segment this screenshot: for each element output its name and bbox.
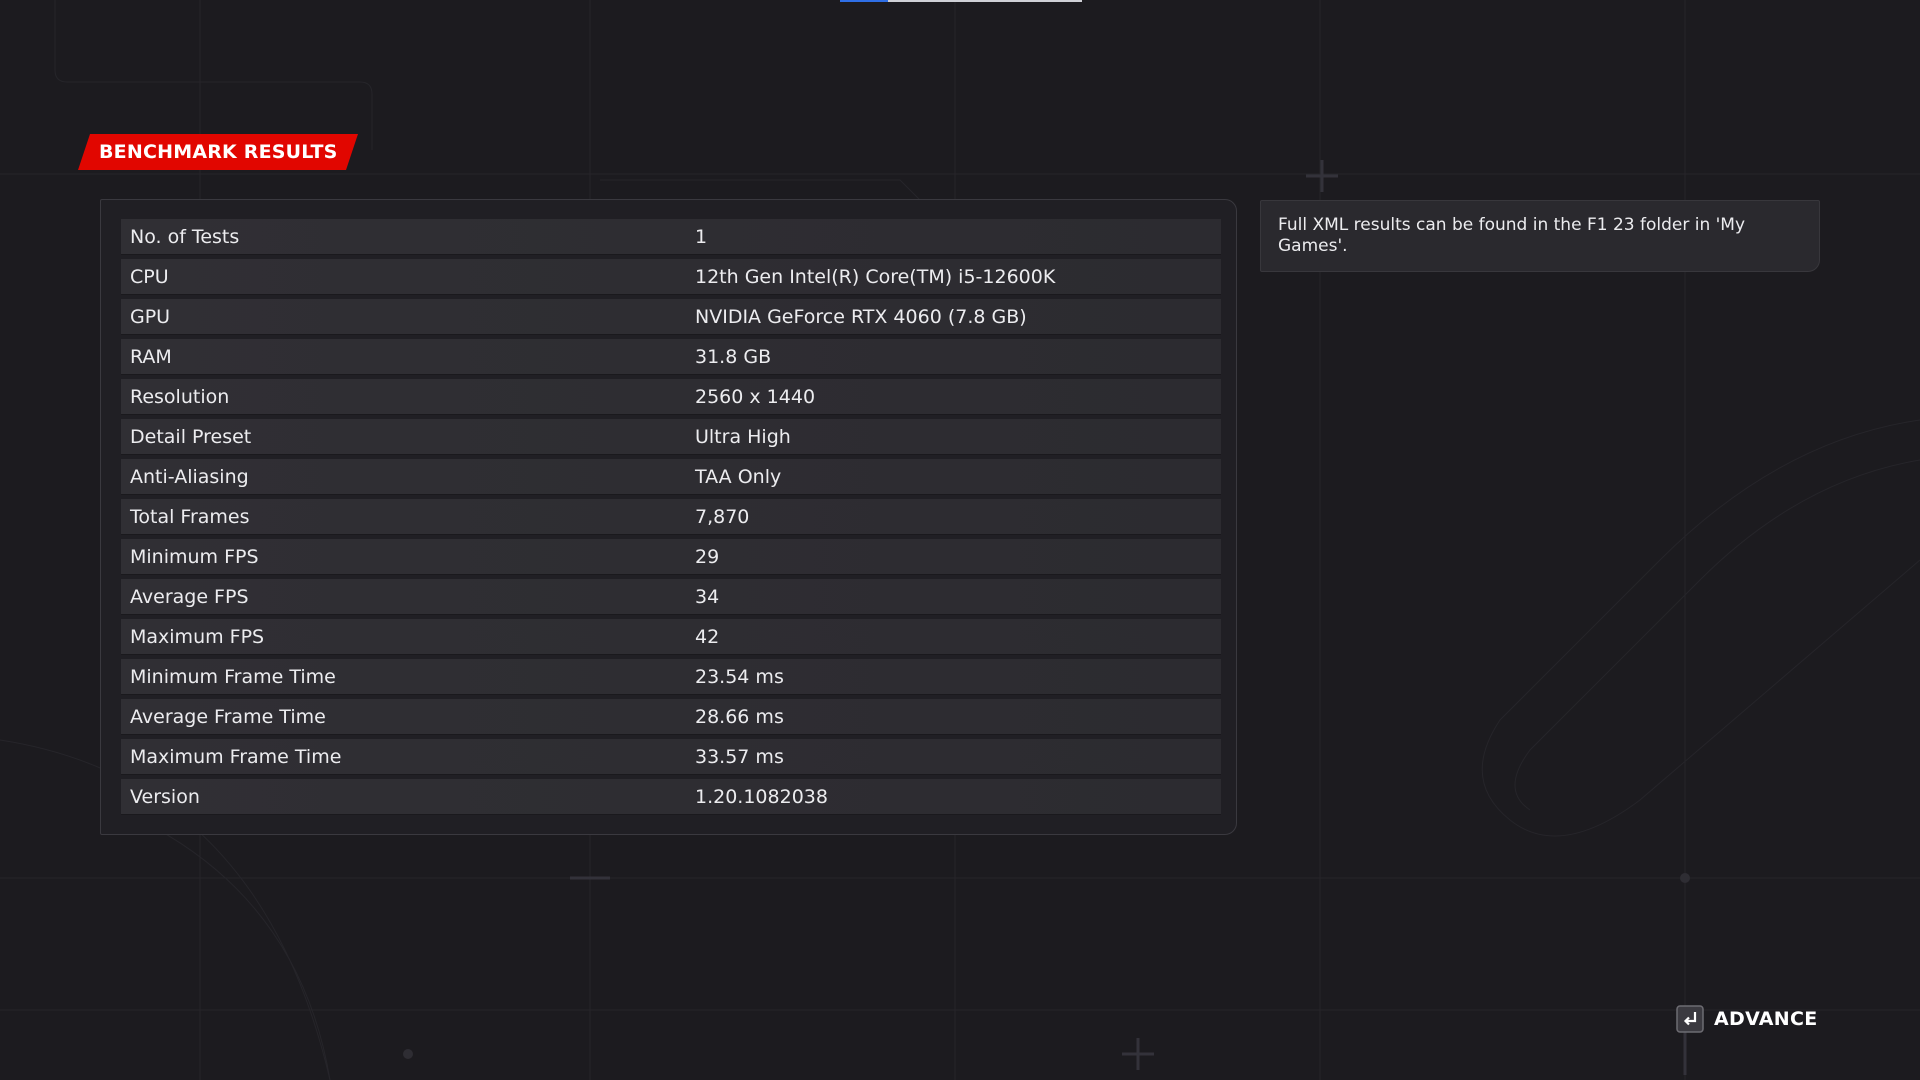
top-progress-fill bbox=[840, 0, 889, 2]
row-label: RAM bbox=[130, 346, 172, 368]
info-panel: Full XML results can be found in the F1 … bbox=[1260, 200, 1820, 272]
row-value: NVIDIA GeForce RTX 4060 (7.8 GB) bbox=[695, 306, 1027, 328]
row-label: No. of Tests bbox=[130, 226, 240, 248]
row-value: 34 bbox=[695, 586, 720, 608]
row-label: Maximum Frame Time bbox=[130, 746, 342, 768]
row-label: Average Frame Time bbox=[130, 706, 326, 728]
top-progress-bar bbox=[840, 0, 1082, 2]
advance-button[interactable]: ADVANCE bbox=[1676, 1004, 1818, 1034]
benchmark-results-screen: BENCHMARK RESULTS No. of Tests 1 CPU 12th G… bbox=[0, 0, 1920, 1080]
row-label: Anti-Aliasing bbox=[130, 466, 249, 488]
row-value: 12th Gen Intel(R) Core(TM) i5-12600K bbox=[695, 266, 1056, 288]
row-value: 33.57 ms bbox=[695, 746, 784, 768]
row-label: Minimum Frame Time bbox=[130, 666, 336, 688]
row-label: Total Frames bbox=[130, 506, 250, 528]
row-value: 7,870 bbox=[695, 506, 750, 528]
row-label: GPU bbox=[130, 306, 171, 328]
row-value: 2560 x 1440 bbox=[695, 386, 816, 408]
table-row: Detail Preset Ultra High bbox=[121, 419, 1221, 455]
info-text: Full XML results can be found in the F1 … bbox=[1278, 215, 1746, 256]
row-label: Minimum FPS bbox=[130, 546, 259, 568]
table-row: GPU NVIDIA GeForce RTX 4060 (7.8 GB) bbox=[121, 299, 1221, 335]
results-table: No. of Tests 1 CPU 12th Gen Intel(R) Core(T… bbox=[121, 219, 1221, 819]
row-value: TAA Only bbox=[695, 466, 782, 488]
table-row: Version 1.20.1082038 bbox=[121, 779, 1221, 815]
row-value: 1 bbox=[695, 226, 708, 248]
row-label: Resolution bbox=[130, 386, 230, 408]
table-row: Average FPS 34 bbox=[121, 579, 1221, 615]
results-panel: No. of Tests 1 CPU 12th Gen Intel(R) Core(T… bbox=[100, 199, 1237, 835]
row-label: Maximum FPS bbox=[130, 626, 265, 648]
row-value: 1.20.1082038 bbox=[695, 786, 828, 808]
row-value: Ultra High bbox=[695, 426, 791, 448]
row-value: 31.8 GB bbox=[695, 346, 772, 368]
table-row: Total Frames 7,870 bbox=[121, 499, 1221, 535]
row-value: 28.66 ms bbox=[695, 706, 784, 728]
table-row: Maximum FPS 42 bbox=[121, 619, 1221, 655]
enter-key-icon bbox=[1676, 1005, 1704, 1033]
advance-label: ADVANCE bbox=[1714, 1008, 1818, 1030]
row-value: 23.54 ms bbox=[695, 666, 784, 688]
row-label: Version bbox=[130, 786, 200, 808]
page-title-tag: BENCHMARK RESULTS bbox=[78, 134, 358, 170]
table-row: RAM 31.8 GB bbox=[121, 339, 1221, 375]
table-row: Minimum Frame Time 23.54 ms bbox=[121, 659, 1221, 695]
table-row: Maximum Frame Time 33.57 ms bbox=[121, 739, 1221, 775]
row-label: Average FPS bbox=[130, 586, 249, 608]
table-row: Resolution 2560 x 1440 bbox=[121, 379, 1221, 415]
row-value: 42 bbox=[695, 626, 720, 648]
table-row: Average Frame Time 28.66 ms bbox=[121, 699, 1221, 735]
table-row: Anti-Aliasing TAA Only bbox=[121, 459, 1221, 495]
table-row: CPU 12th Gen Intel(R) Core(TM) i5-12600K bbox=[121, 259, 1221, 295]
table-row: Minimum FPS 29 bbox=[121, 539, 1221, 575]
row-label: Detail Preset bbox=[130, 426, 252, 448]
row-label: CPU bbox=[130, 266, 169, 288]
table-row: No. of Tests 1 bbox=[121, 219, 1221, 255]
row-value: 29 bbox=[695, 546, 720, 568]
page-title: BENCHMARK RESULTS bbox=[99, 141, 338, 163]
